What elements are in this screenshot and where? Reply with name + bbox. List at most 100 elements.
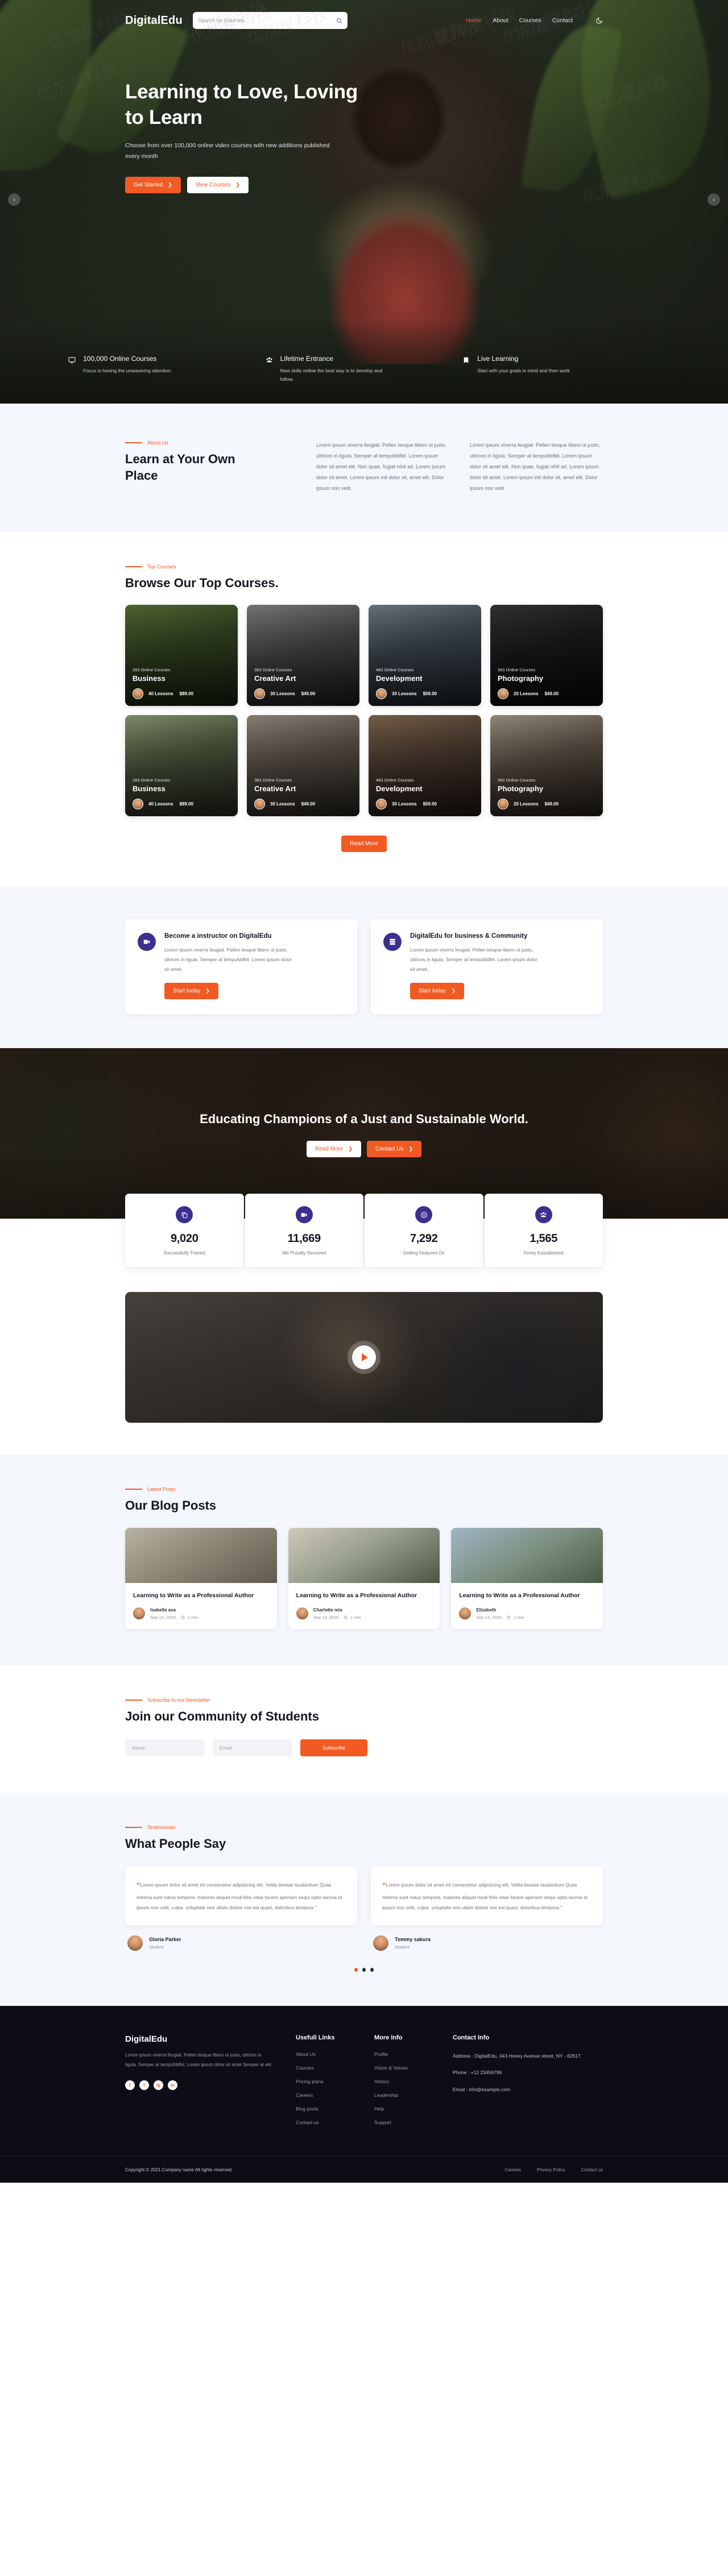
- testimonials-eyebrow-label: Testimonials: [147, 1824, 176, 1830]
- blog-card[interactable]: Learning to Write as a Professional Auth…: [125, 1527, 277, 1629]
- footer-link-leadership[interactable]: Leadership: [374, 2092, 453, 2098]
- footer-link-blog-posts[interactable]: Blog posts: [296, 2106, 374, 2112]
- facebook-icon[interactable]: f: [125, 2080, 135, 2090]
- play-icon: [362, 1353, 368, 1362]
- instagram-icon[interactable]: ig: [154, 2080, 163, 2090]
- blog-card[interactable]: Learning to Write as a Professional Auth…: [451, 1527, 603, 1629]
- course-card[interactable]: 383 Online Courses Creative Art 30 Lesso…: [247, 605, 359, 707]
- view-courses-button[interactable]: View Courses ❯: [187, 177, 249, 194]
- course-card[interactable]: 283 Online Courses Business 40 Lessons $…: [125, 715, 238, 817]
- nav-link-contact[interactable]: Contact: [552, 17, 573, 24]
- course-card[interactable]: 583 Online Courses Photography 20 Lesson…: [490, 605, 603, 707]
- video-icon: [295, 1206, 313, 1224]
- footer-bottom-link-privacy-policy[interactable]: Privacy Policy: [537, 2167, 565, 2172]
- business-start-today-button[interactable]: Start today ❯: [410, 983, 464, 1000]
- twitter-icon[interactable]: t: [139, 2080, 149, 2090]
- dark-mode-toggle[interactable]: [595, 17, 603, 24]
- carousel-prev-button[interactable]: ‹: [8, 193, 20, 206]
- course-price: $49.00: [544, 691, 559, 697]
- footer-link-support[interactable]: Support: [374, 2120, 453, 2125]
- instructor-cta-card[interactable]: Become a instructor on DigitalEdu Lorem …: [125, 919, 357, 1015]
- blog-card[interactable]: Learning to Write as a Professional Auth…: [288, 1527, 440, 1629]
- nav-link-about[interactable]: About: [493, 17, 508, 24]
- course-card[interactable]: 483 Online Courses Development 30 Lesson…: [369, 715, 481, 817]
- blog-title: Our Blog Posts: [125, 1498, 217, 1513]
- footer-link-about-us[interactable]: About Us: [296, 2051, 374, 2057]
- carousel-next-button[interactable]: ›: [708, 193, 720, 206]
- stat-card: 7,292 Getting Featured On: [365, 1194, 483, 1268]
- about-eyebrow-label: About Us: [147, 440, 169, 446]
- search-box[interactable]: [192, 12, 348, 29]
- course-grid: 283 Online Courses Business 40 Lessons $…: [125, 605, 603, 817]
- footer-link-careers[interactable]: Careers: [296, 2092, 374, 2098]
- instructor-start-today-button[interactable]: Start today ❯: [164, 983, 218, 1000]
- newsletter-eyebrow-label: Subscribe to our Newsletter: [147, 1697, 210, 1703]
- feature-desc: Start with your goals in mind and then w…: [477, 367, 572, 373]
- nav-link-courses[interactable]: Courses: [519, 17, 541, 24]
- newsletter-eyebrow: Subscribe to our Newsletter: [125, 1697, 603, 1703]
- nav-link-home[interactable]: Home: [466, 17, 482, 24]
- pagination-dot-1[interactable]: [354, 1968, 358, 1972]
- footer-link-history[interactable]: History: [374, 2079, 453, 2084]
- play-button[interactable]: [352, 1345, 376, 1370]
- footer-link-vision-values[interactable]: Vision & Values: [374, 2065, 453, 2071]
- blog-grid: Learning to Write as a Professional Auth…: [125, 1527, 603, 1629]
- newsletter-subscribe-button[interactable]: Subscribe: [300, 1739, 367, 1756]
- course-price: $59.00: [423, 691, 437, 697]
- instructor-cta-title: Become a instructor on DigitalEdu: [164, 933, 272, 940]
- stat-value: 7,292: [410, 1232, 438, 1245]
- course-card[interactable]: 583 Online Courses Photography 20 Lesson…: [490, 715, 603, 817]
- search-input[interactable]: [197, 17, 336, 24]
- testimonial-avatar: [127, 1935, 143, 1951]
- courses-eyebrow: Top Courses: [125, 564, 603, 570]
- about-section: About Us Learn at Your Own Place Lorem i…: [0, 15, 728, 533]
- instructor-avatar: [376, 799, 387, 810]
- business-cta-card[interactable]: DigitalEdu for business & Community Lore…: [371, 919, 603, 1015]
- blog-read-time: 1 min: [187, 1614, 198, 1620]
- footer-bottom-link-contact-us[interactable]: Contact us: [581, 2167, 603, 2172]
- footer-link-profile[interactable]: Profile: [374, 2051, 453, 2057]
- stat-value: 9,020: [170, 1232, 198, 1245]
- testimonials-eyebrow: Testimonials: [125, 1825, 603, 1830]
- course-subtitle: 583 Online Courses: [498, 778, 536, 783]
- footer-link-courses[interactable]: Courses: [296, 2065, 374, 2071]
- testimonial-name: Gloria Parker: [149, 1937, 181, 1943]
- footer-phone[interactable]: Phone : +12 23456799: [453, 2068, 601, 2077]
- course-card[interactable]: 483 Online Courses Development 30 Lesson…: [369, 605, 481, 707]
- instructor-avatar: [498, 799, 508, 810]
- footer-link-pricing-plans[interactable]: Pricing plans: [296, 2079, 374, 2084]
- footer-bottom-link-careers[interactable]: Careers: [505, 2167, 521, 2172]
- course-card[interactable]: 383 Online Courses Creative Art 30 Lesso…: [247, 715, 359, 817]
- course-subtitle: 583 Online Courses: [498, 667, 536, 673]
- chevron-right-icon: ❯: [348, 1145, 353, 1152]
- footer-link-contact-us[interactable]: Contact us: [296, 2120, 374, 2125]
- promo-video[interactable]: [125, 1292, 603, 1423]
- course-lessons: 30 Lessons: [270, 691, 295, 697]
- champions-read-more-button[interactable]: Read More ❯: [306, 1140, 361, 1157]
- course-card[interactable]: 283 Online Courses Business 40 Lessons $…: [125, 605, 238, 707]
- pagination-dot-3[interactable]: [370, 1968, 374, 1972]
- get-started-button[interactable]: Get Started ❯: [125, 177, 181, 194]
- footer-email[interactable]: Email : info@example.com: [453, 2085, 601, 2094]
- linkedin-icon[interactable]: in: [168, 2080, 177, 2090]
- chevron-right-icon: ›: [713, 196, 715, 203]
- footer-useful-links: Usefull Links About Us Courses Pricing p…: [296, 2034, 374, 2133]
- stat-card: 1,565 Firmly Eastablished: [484, 1194, 603, 1268]
- chevron-right-icon: ❯: [205, 988, 210, 994]
- instructor-avatar: [498, 688, 508, 700]
- feature-desc: New skills online the best way is to dev…: [280, 367, 383, 383]
- hero-feature-strip: 100,000 Online Courses Focus is having t…: [0, 339, 728, 404]
- instructor-avatar: [376, 688, 387, 700]
- pagination-dot-2[interactable]: [362, 1968, 366, 1972]
- eyebrow-bar-icon: [125, 1699, 142, 1701]
- newsletter-email-input[interactable]: [213, 1739, 292, 1756]
- courses-read-more-button[interactable]: Read More: [341, 836, 387, 853]
- footer-link-help[interactable]: Help: [374, 2106, 453, 2112]
- feature-item: Live Learning Start with your goals in m…: [462, 355, 660, 384]
- site-logo[interactable]: DigitalEdu: [125, 14, 183, 27]
- search-icon[interactable]: [336, 18, 342, 24]
- testimonial-role: Student: [149, 1945, 164, 1950]
- testimonial-avatar: [373, 1935, 388, 1951]
- champions-contact-button[interactable]: Contact Us ❯: [367, 1140, 422, 1157]
- newsletter-name-input[interactable]: [125, 1739, 205, 1756]
